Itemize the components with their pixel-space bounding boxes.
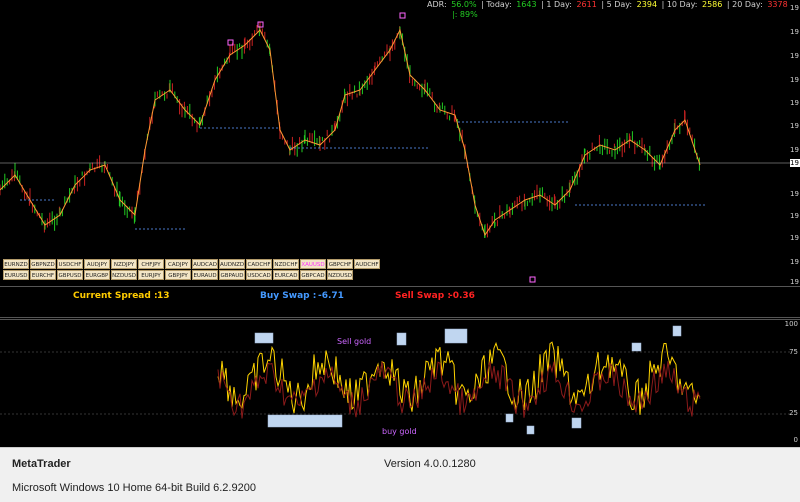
- signal-box: [267, 414, 343, 428]
- signal-box: [254, 332, 274, 344]
- symbol-button-gbpjpy[interactable]: GBPJPY: [165, 270, 191, 280]
- oscillator-pane[interactable]: Sell gold buy gold 100 75 25 0: [0, 319, 800, 447]
- price-axis-tick: 19: [790, 4, 799, 12]
- symbol-button-gbpnzd[interactable]: GBPNZD: [30, 259, 56, 269]
- symbol-button-nzdchf[interactable]: NZDCHF: [273, 259, 299, 269]
- price-axis-tick: 19: [790, 99, 799, 107]
- fractal-marker-icon: [399, 12, 406, 19]
- symbol-button-euraud[interactable]: EURAUD: [192, 270, 218, 280]
- price-axis-tick: 19: [790, 190, 799, 198]
- today-label: | Today:: [481, 0, 512, 9]
- symbol-row-1: EURNZD GBPNZD USDCHF AUDJPY NZDJPY CHFJPY CADJ…: [3, 259, 381, 270]
- osc-level-0: 0: [793, 436, 798, 444]
- symbol-button-xauusd[interactable]: XAUUSD: [300, 259, 326, 269]
- sell-swap-label: Sell Swap :: [395, 291, 451, 301]
- adr-value: 56.0%: [451, 0, 477, 9]
- sell-gold-label: Sell gold: [337, 337, 372, 346]
- price-axis-tick: 19: [790, 234, 799, 242]
- symbol-button-nzdjpy[interactable]: NZDJPY: [111, 259, 137, 269]
- current-spread-value: 13: [157, 291, 170, 301]
- signal-box: [444, 328, 468, 344]
- day5-label: | 5 Day:: [601, 0, 633, 9]
- symbol-button-panel: EURNZD GBPNZD USDCHF AUDJPY NZDJPY CHFJPY CADJ…: [3, 259, 381, 281]
- price-axis-tick: 19: [790, 146, 799, 154]
- osc-level-75: 75: [789, 348, 798, 356]
- sell-swap-value: -0.36: [449, 291, 475, 301]
- version-text: Version 4.0.0.1280: [384, 458, 476, 470]
- price-axis-tick: 19: [790, 76, 799, 84]
- price-axis-tick: 19: [790, 278, 799, 286]
- day1-label: | 1 Day:: [541, 0, 572, 9]
- day10-value: 2586: [702, 0, 723, 9]
- symbol-row-2: EURUSD EURCHF GBPUSD EURGBP NZDUSD EURJPY GBPJ…: [3, 270, 381, 281]
- symbol-button-cadjpy[interactable]: CADJPY: [165, 259, 191, 269]
- day1-value: 2611: [576, 0, 597, 9]
- symbol-button-gbpchf[interactable]: GBPCHF: [327, 259, 353, 269]
- moving-average-line: [0, 28, 701, 237]
- fractal-marker-icon: [529, 276, 536, 283]
- app-name: MetaTrader: [12, 458, 71, 470]
- buy-gold-label: buy gold: [382, 427, 417, 436]
- signal-box: [396, 332, 407, 346]
- about-footer: MetaTrader Version 4.0.0.1280 Microsoft …: [0, 447, 800, 502]
- price-axis-tick: 19: [790, 28, 799, 36]
- symbol-button-audchf[interactable]: AUDCHF: [354, 259, 380, 269]
- price-axis-tick: 19: [790, 258, 799, 266]
- symbol-button-eurnzd[interactable]: EURNZD: [3, 259, 29, 269]
- day20-label: | 20 Day:: [726, 0, 763, 9]
- symbol-button-gbpusd[interactable]: GBPUSD: [57, 270, 83, 280]
- today-value: 1643: [516, 0, 537, 9]
- day5-value: 2394: [636, 0, 658, 9]
- signal-box: [526, 425, 535, 435]
- day20-value: 3378: [767, 0, 788, 9]
- signal-box: [672, 325, 682, 337]
- day10-label: | 10 Day:: [661, 0, 698, 9]
- price-axis-tick: 19: [790, 52, 799, 60]
- price-chart[interactable]: ADR: 56.0% | Today: 1643 | 1 Day: 2611 |…: [0, 0, 800, 286]
- os-text: Microsoft Windows 10 Home 64-bit Build 6…: [12, 482, 256, 494]
- symbol-button-eurgbp[interactable]: EURGBP: [84, 270, 110, 280]
- osc-level-100: 100: [784, 320, 798, 328]
- symbol-button-gbpcad[interactable]: GBPCAD: [300, 270, 326, 280]
- symbol-button-audnzd[interactable]: AUDNZD: [219, 259, 245, 269]
- symbol-button-nzdusd[interactable]: NZDUSD: [111, 270, 137, 280]
- symbol-button-audjpy[interactable]: AUDJPY: [84, 259, 110, 269]
- signal-box: [631, 342, 642, 352]
- symbol-button-usdcad[interactable]: USDCAD: [246, 270, 272, 280]
- signal-box: [571, 417, 582, 429]
- symbol-button-eurusd[interactable]: EURUSD: [3, 270, 29, 280]
- swap-info-bar: Current Spread : 13 Buy Swap : -6.71 Sel…: [0, 286, 800, 318]
- adr-label: ADR:: [427, 0, 447, 9]
- symbol-button-usdchf[interactable]: USDCHF: [57, 259, 83, 269]
- current-spread-label: Current Spread :: [73, 291, 158, 301]
- signal-box: [505, 413, 514, 423]
- symbol-button-eurcad[interactable]: EURCAD: [273, 270, 299, 280]
- price-axis-tick: 19: [790, 122, 799, 130]
- symbol-button-cadchf[interactable]: CADCHF: [246, 259, 272, 269]
- price-chart-canvas: [0, 12, 790, 283]
- osc-level-25: 25: [789, 409, 798, 417]
- symbol-button-nzdusd[interactable]: NZDUSD: [327, 270, 353, 280]
- adr-percent: |: 89%: [452, 10, 478, 19]
- buy-swap-label: Buy Swap :: [260, 291, 317, 301]
- adr-readout: ADR: 56.0% | Today: 1643 | 1 Day: 2611 |…: [427, 0, 790, 9]
- buy-swap-value: -6.71: [318, 291, 344, 301]
- symbol-button-eurchf[interactable]: EURCHF: [30, 270, 56, 280]
- symbol-button-chfjpy[interactable]: CHFJPY: [138, 259, 164, 269]
- price-axis-tick: 19: [790, 159, 800, 167]
- symbol-button-gbpaud[interactable]: GBPAUD: [219, 270, 245, 280]
- symbol-button-audcad[interactable]: AUDCAD: [192, 259, 218, 269]
- price-axis-tick: 19: [790, 212, 799, 220]
- symbol-button-eurjpy[interactable]: EURJPY: [138, 270, 164, 280]
